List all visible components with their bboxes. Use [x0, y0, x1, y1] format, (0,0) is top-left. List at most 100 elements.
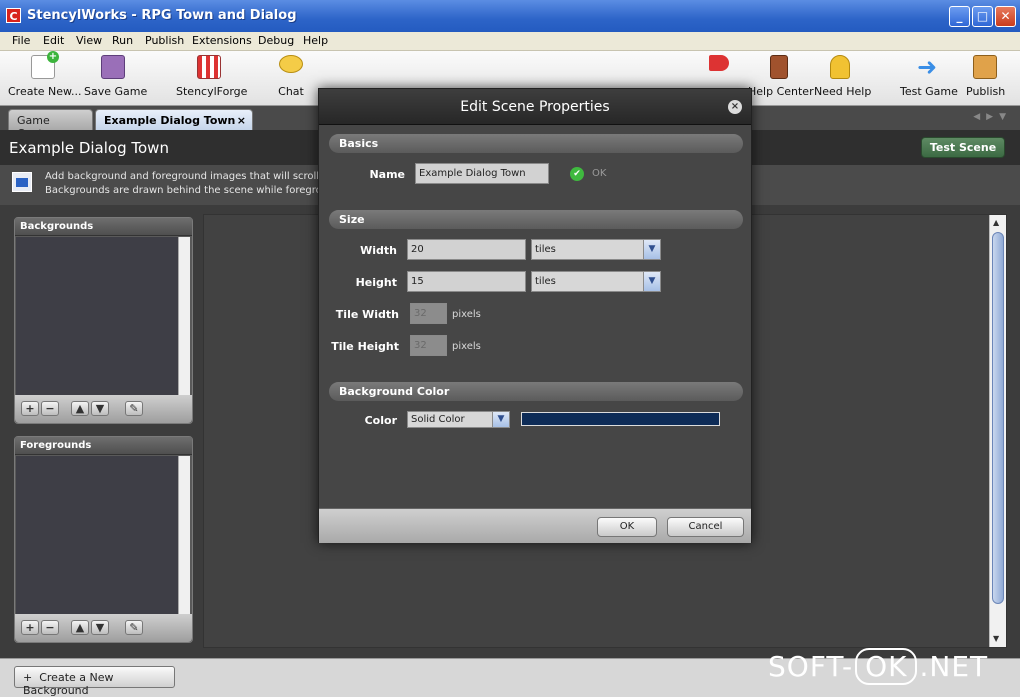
panel-heading: Backgrounds [15, 218, 192, 236]
name-status: OK [592, 168, 607, 179]
section-background-color: Background Color [329, 382, 743, 401]
menu-file[interactable]: File [12, 34, 30, 47]
watermark-left: SOFT- [768, 650, 854, 683]
remove-icon[interactable]: − [41, 620, 59, 635]
add-icon[interactable]: + [21, 620, 39, 635]
help-center-button[interactable]: Help Center [748, 55, 814, 98]
tab-close-icon[interactable]: × [237, 114, 246, 127]
create-background-button[interactable]: + Create a New Background [14, 666, 175, 697]
foregrounds-panel-footer: + − ▲ ▼ ✎ [15, 614, 192, 642]
maximize-button[interactable]: □ [972, 6, 993, 27]
tab-scroll-arrows[interactable]: ◀▶▼ [973, 112, 1012, 122]
width-input[interactable]: 20 [407, 239, 526, 260]
move-up-icon[interactable]: ▲ [71, 401, 89, 416]
close-window-button[interactable]: ✕ [995, 6, 1016, 27]
stencylforge-button[interactable]: StencylForge [176, 55, 247, 98]
publish-label: Publish [966, 85, 1006, 98]
add-icon[interactable]: + [21, 401, 39, 416]
height-input[interactable]: 15 [407, 271, 526, 292]
need-help-button[interactable]: Need Help [814, 55, 871, 98]
scroll-down-icon[interactable]: ▼ [993, 634, 999, 643]
save-game-button[interactable]: Save Game [84, 55, 148, 98]
scroll-up-icon[interactable]: ▲ [993, 218, 999, 227]
width-label: Width [360, 244, 397, 257]
edit-scene-properties-dialog: Edit Scene Properties × Basics Name Exam… [318, 88, 752, 543]
watermark: SOFT- OK .NET [768, 648, 988, 685]
edit-icon[interactable]: ✎ [125, 620, 143, 635]
canvas-vertical-scrollbar[interactable]: ▲ ▼ [989, 215, 1006, 647]
remove-icon[interactable]: − [41, 401, 59, 416]
height-unit-value: tiles [535, 276, 556, 287]
menu-help[interactable]: Help [303, 34, 328, 47]
backgrounds-scrollbar[interactable] [178, 237, 190, 395]
menu-debug[interactable]: Debug [258, 34, 294, 47]
chevron-down-icon: ▼ [492, 412, 509, 427]
chevron-down-icon: ▼ [643, 272, 660, 291]
move-down-icon[interactable]: ▼ [91, 401, 109, 416]
tile-height-input: 32 [410, 335, 447, 356]
menu-view[interactable]: View [76, 34, 102, 47]
create-new-label: Create New... [8, 85, 82, 98]
backgrounds-panel: Backgrounds + − ▲ ▼ ✎ [14, 217, 193, 424]
arrow-right-icon: ➜ [916, 53, 938, 81]
info-text: Add background and foreground images tha… [45, 170, 332, 198]
save-game-label: Save Game [84, 85, 148, 98]
tab-example-dialog-town[interactable]: Example Dialog Town × [95, 109, 253, 130]
title-bar: C StencylWorks - RPG Town and Dialog _ □… [0, 0, 1020, 32]
color-label: Color [364, 414, 397, 427]
create-new-icon: + [31, 51, 59, 79]
color-swatch[interactable] [521, 412, 720, 426]
ok-button[interactable]: OK [597, 517, 657, 537]
plus-icon: + [23, 671, 40, 684]
backgrounds-list[interactable] [16, 237, 179, 395]
announcements-button[interactable] [706, 55, 732, 77]
tile-width-label: Tile Width [335, 308, 399, 321]
tile-width-unit: pixels [452, 309, 481, 320]
chat-bubble-icon [279, 55, 303, 73]
test-game-button[interactable]: ➜ Test Game [900, 53, 958, 98]
color-mode-select[interactable]: Solid Color ▼ [407, 411, 510, 428]
help-center-label: Help Center [748, 85, 814, 98]
dialog-close-icon[interactable]: × [728, 100, 742, 114]
menu-publish[interactable]: Publish [145, 34, 184, 47]
info-line-1: Add background and foreground images tha… [45, 171, 332, 182]
menu-bar: File Edit View Run Publish Extensions De… [0, 32, 1020, 51]
chat-label: Chat [278, 85, 304, 98]
app-icon: C [6, 8, 21, 23]
foregrounds-scrollbar[interactable] [178, 456, 190, 614]
menu-extensions[interactable]: Extensions [192, 34, 252, 47]
info-line-2: Backgrounds are drawn behind the scene w… [45, 185, 333, 196]
tab-game-center[interactable]: Game Center [8, 109, 93, 140]
tile-height-unit: pixels [452, 341, 481, 352]
book-icon [770, 55, 788, 79]
edit-icon[interactable]: ✎ [125, 401, 143, 416]
height-unit-select[interactable]: tiles ▼ [531, 271, 661, 292]
scene-name-input[interactable]: Example Dialog Town [415, 163, 549, 184]
width-unit-select[interactable]: tiles ▼ [531, 239, 661, 260]
tab-label: Example Dialog Town [104, 114, 236, 127]
minimize-button[interactable]: _ [949, 6, 970, 27]
floppy-icon [101, 55, 125, 79]
create-new-button[interactable]: + Create New... [8, 51, 82, 98]
section-basics: Basics [329, 134, 743, 153]
test-scene-button[interactable]: Test Scene [921, 137, 1005, 158]
chat-button[interactable]: Chat [274, 55, 308, 98]
scrollbar-thumb[interactable] [992, 232, 1004, 604]
check-icon: ✔ [570, 167, 584, 181]
page-title: Example Dialog Town [9, 139, 169, 157]
publish-button[interactable]: Publish [966, 55, 1006, 98]
move-down-icon[interactable]: ▼ [91, 620, 109, 635]
package-icon [973, 55, 997, 79]
window-title: StencylWorks - RPG Town and Dialog [27, 8, 297, 23]
watermark-right: .NET [919, 650, 989, 683]
cancel-button[interactable]: Cancel [667, 517, 744, 537]
height-label: Height [355, 276, 397, 289]
menu-run[interactable]: Run [112, 34, 133, 47]
menu-edit[interactable]: Edit [43, 34, 64, 47]
move-up-icon[interactable]: ▲ [71, 620, 89, 635]
width-unit-value: tiles [535, 244, 556, 255]
tile-height-label: Tile Height [331, 340, 399, 353]
foregrounds-list[interactable] [16, 456, 179, 614]
color-mode-value: Solid Color [411, 414, 465, 425]
megaphone-icon [709, 55, 729, 71]
